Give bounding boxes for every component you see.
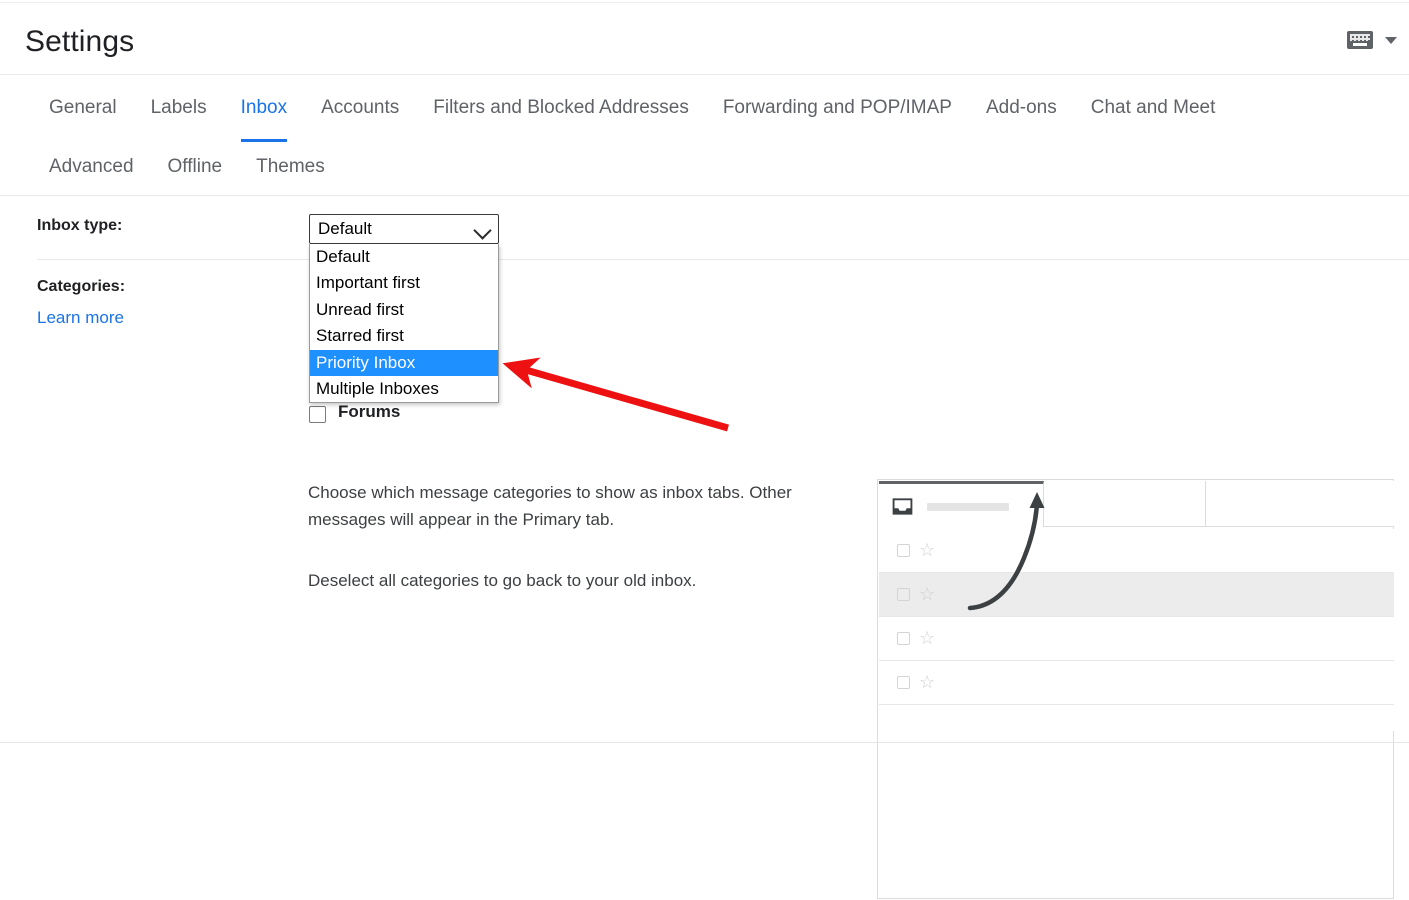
tab-chat-and-meet[interactable]: Chat and Meet — [1074, 95, 1233, 121]
star-outline-icon: ☆ — [919, 584, 936, 604]
tab-forwarding-and-pop-imap[interactable]: Forwarding and POP/IMAP — [706, 95, 969, 121]
option-unread-first[interactable]: Unread first — [310, 297, 498, 323]
checkbox-icon — [897, 544, 910, 557]
preview-footer-row — [879, 705, 1394, 731]
chevron-down-icon — [473, 221, 492, 240]
tab-row-secondary: Advanced Offline Themes — [32, 154, 342, 180]
tab-advanced[interactable]: Advanced — [32, 154, 151, 180]
inbox-type-option-list[interactable]: Default Important first Unread first Sta… — [309, 244, 499, 404]
tab-inbox[interactable]: Inbox — [224, 95, 304, 142]
preview-frame: ☆ ☆ ☆ ☆ — [877, 479, 1394, 899]
checkbox-icon — [897, 588, 910, 601]
preview-tab-primary — [879, 481, 1044, 527]
ime-switcher[interactable] — [1347, 31, 1397, 49]
inbox-type-select[interactable]: Default — [309, 214, 499, 244]
preview-message-row: ☆ — [879, 617, 1394, 661]
preview-message-row: ☆ — [879, 573, 1394, 617]
preview-tab-empty — [1206, 481, 1394, 527]
category-label-forums: Forums — [338, 402, 401, 421]
category-checkbox-forums[interactable] — [309, 406, 326, 423]
checkbox-icon — [897, 632, 910, 645]
row-divider — [37, 259, 1409, 260]
tab-themes[interactable]: Themes — [239, 154, 342, 180]
tab-add-ons[interactable]: Add-ons — [969, 95, 1074, 121]
settings-body: Inbox type: Categories: Learn more Forum… — [0, 196, 1409, 899]
tab-labels[interactable]: Labels — [134, 95, 224, 121]
bottom-rule — [0, 742, 1409, 743]
deselect-description: Deselect all categories to go back to yo… — [308, 571, 697, 590]
tab-general[interactable]: General — [32, 95, 134, 121]
inbox-type-select-value: Default — [318, 219, 372, 238]
preview-tab-social — [1044, 481, 1314, 527]
inbox-tray-icon — [892, 498, 913, 515]
learn-more-link[interactable]: Learn more — [37, 308, 124, 328]
keyboard-icon[interactable] — [1347, 31, 1373, 49]
page-title: Settings — [25, 25, 135, 58]
tab-row-primary: General Labels Inbox Accounts Filters an… — [32, 95, 1233, 142]
option-multiple-inboxes[interactable]: Multiple Inboxes — [310, 376, 498, 402]
inbox-type-label: Inbox type: — [37, 217, 123, 234]
option-priority-inbox[interactable]: Priority Inbox — [310, 349, 498, 376]
categories-label: Categories: — [37, 278, 126, 295]
tab-accounts[interactable]: Accounts — [304, 95, 416, 121]
settings-tabbar: General Labels Inbox Accounts Filters an… — [0, 75, 1409, 196]
preview-placeholder-bar — [927, 503, 1009, 511]
tab-offline[interactable]: Offline — [151, 154, 240, 180]
caret-down-icon[interactable] — [1385, 36, 1397, 44]
star-outline-icon: ☆ — [919, 672, 936, 692]
preview-message-row: ☆ — [879, 529, 1394, 573]
option-important-first[interactable]: Important first — [310, 270, 498, 296]
star-outline-icon: ☆ — [919, 540, 936, 560]
star-outline-icon: ☆ — [919, 628, 936, 648]
preview-message-row: ☆ — [879, 661, 1394, 705]
option-starred-first[interactable]: Starred first — [310, 323, 498, 349]
checkbox-icon — [897, 676, 910, 689]
categories-description: Choose which message categories to show … — [308, 483, 792, 529]
inbox-preview-illustration: ☆ ☆ ☆ ☆ — [877, 479, 1394, 899]
tab-filters-and-blocked-addresses[interactable]: Filters and Blocked Addresses — [416, 95, 706, 121]
option-default[interactable]: Default — [310, 244, 498, 270]
settings-header: Settings — [0, 3, 1409, 75]
